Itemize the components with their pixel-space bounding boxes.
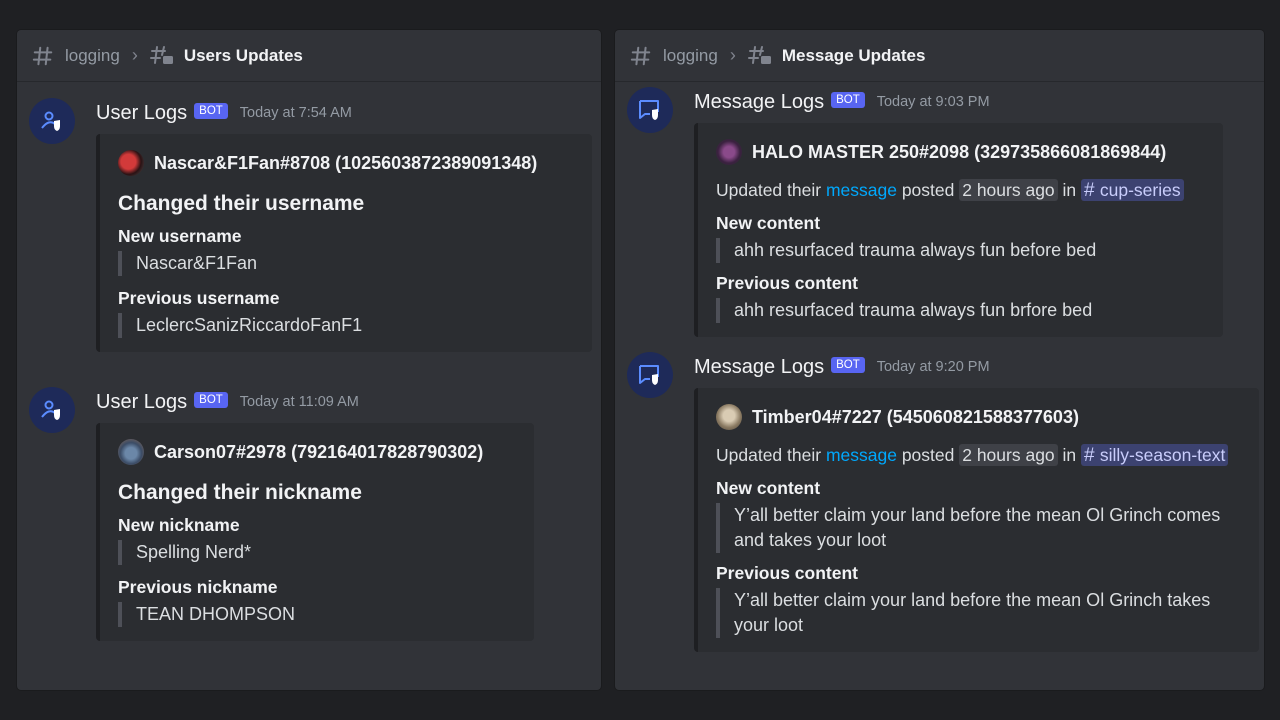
author-avatar[interactable] (118, 439, 144, 465)
thread-icon (747, 44, 772, 68)
desc-text: in (1057, 180, 1082, 200)
hashtag-icon: # (1084, 180, 1100, 201)
bot-badge: BOT (831, 357, 865, 373)
channel-mention[interactable]: # cup-series (1081, 179, 1184, 201)
hashtag-icon: # (1084, 445, 1100, 466)
log-embed: Carson07#2978 (792164017828790302) Chang… (96, 423, 534, 641)
field-label: New content (716, 213, 821, 233)
time-ago[interactable]: 2 hours ago (959, 179, 1058, 201)
bot-badge: BOT (194, 392, 228, 408)
embed-author: Nascar&F1Fan#8708 (1025603872389091348) (118, 150, 574, 176)
thread-header: logging › Message Updates (615, 30, 1264, 82)
timestamp[interactable]: Today at 7:54 AM (240, 105, 352, 121)
message-link[interactable]: message (826, 180, 897, 200)
log-message: User Logs BOT Today at 11:09 AM Carson07… (29, 387, 591, 641)
field-label: New username (118, 226, 242, 246)
desc-text: posted (896, 445, 960, 465)
timestamp[interactable]: Today at 9:03 PM (877, 94, 990, 110)
mention-channel-name: silly-season-text (1099, 445, 1226, 465)
bot-username[interactable]: User Logs (96, 102, 187, 125)
author-name: Nascar&F1Fan#8708 (1025603872389091348) (154, 152, 538, 173)
bot-badge: BOT (831, 92, 865, 108)
field-label: Previous nickname (118, 577, 278, 597)
embed-description: Updated their message posted 2 hours ago… (716, 178, 1205, 203)
embed-author: Carson07#2978 (792164017828790302) (118, 439, 516, 465)
bot-username[interactable]: Message Logs (694, 356, 824, 379)
bot-username[interactable]: User Logs (96, 391, 187, 414)
field-value: LeclercSanizRiccardoFanF1 (118, 313, 574, 338)
user-shield-icon[interactable] (29, 387, 75, 433)
author-name: Timber04#7227 (545060821588377603) (752, 406, 1079, 427)
bot-badge: BOT (194, 103, 228, 119)
embed-author: Timber04#7227 (545060821588377603) (716, 404, 1241, 430)
desc-text: in (1057, 445, 1082, 465)
log-message: User Logs BOT Today at 7:54 AM Nascar&F1… (29, 98, 592, 352)
field-value: Y’all better claim your land before the … (716, 588, 1241, 638)
timestamp[interactable]: Today at 11:09 AM (240, 394, 359, 410)
channel-name[interactable]: logging (663, 46, 718, 66)
embed-title: Changed their nickname (118, 481, 362, 504)
field-value: Y’all better claim your land before the … (716, 503, 1241, 553)
author-avatar[interactable] (118, 150, 144, 176)
field-label: New content (716, 478, 821, 498)
author-avatar[interactable] (716, 139, 742, 165)
thread-name: Users Updates (183, 45, 303, 65)
embed-description: Updated their message posted 2 hours ago… (716, 443, 1241, 468)
chevron-right-icon: › (729, 45, 736, 65)
desc-text: posted (896, 180, 960, 200)
log-message: Message Logs BOT Today at 9:20 PM Timber… (627, 352, 1259, 652)
field-value: Spelling Nerd* (118, 540, 516, 565)
time-ago[interactable]: 2 hours ago (959, 444, 1058, 466)
field-value: Nascar&F1Fan (118, 251, 574, 276)
mention-channel-name: cup-series (1099, 180, 1181, 200)
field-label: Previous username (118, 288, 280, 308)
hashtag-icon (629, 44, 653, 68)
embed-author: HALO MASTER 250#2098 (329735866081869844… (716, 139, 1205, 165)
log-message: Message Logs BOT Today at 9:03 PM HALO M… (627, 87, 1254, 337)
thread-header: logging › Users Updates (17, 30, 601, 82)
message-shield-icon[interactable] (627, 87, 673, 133)
field-value: ahh resurfaced trauma always fun before … (716, 238, 1205, 263)
timestamp[interactable]: Today at 9:20 PM (877, 359, 990, 375)
author-name: Carson07#2978 (792164017828790302) (154, 441, 484, 462)
field-label: Previous content (716, 563, 858, 583)
embed-title: Changed their username (118, 192, 365, 215)
author-avatar[interactable] (716, 404, 742, 430)
message-shield-icon[interactable] (627, 352, 673, 398)
thread-icon (149, 44, 174, 68)
field-label: New nickname (118, 515, 240, 535)
thread-name: Message Updates (781, 45, 926, 65)
log-embed: HALO MASTER 250#2098 (329735866081869844… (694, 123, 1223, 337)
field-label: Previous content (716, 273, 858, 293)
field-value: ahh resurfaced trauma always fun brfore … (716, 298, 1205, 323)
author-name: HALO MASTER 250#2098 (329735866081869844… (752, 141, 1167, 162)
user-shield-icon[interactable] (29, 98, 75, 144)
log-embed: Nascar&F1Fan#8708 (1025603872389091348) … (96, 134, 592, 352)
field-value: TEAN DHOMPSON (118, 602, 516, 627)
log-embed: Timber04#7227 (545060821588377603) Updat… (694, 388, 1259, 652)
chevron-right-icon: › (131, 45, 138, 65)
desc-text: Updated their (716, 180, 826, 200)
channel-name[interactable]: logging (65, 46, 120, 66)
hashtag-icon (31, 44, 55, 68)
message-updates-panel: logging › Message Updates Message Logs B… (615, 30, 1264, 690)
desc-text: Updated their (716, 445, 826, 465)
message-link[interactable]: message (826, 445, 897, 465)
users-updates-panel: logging › Users Updates User Logs BOT To… (17, 30, 601, 690)
channel-mention[interactable]: # silly-season-text (1081, 444, 1229, 466)
bot-username[interactable]: Message Logs (694, 91, 824, 114)
